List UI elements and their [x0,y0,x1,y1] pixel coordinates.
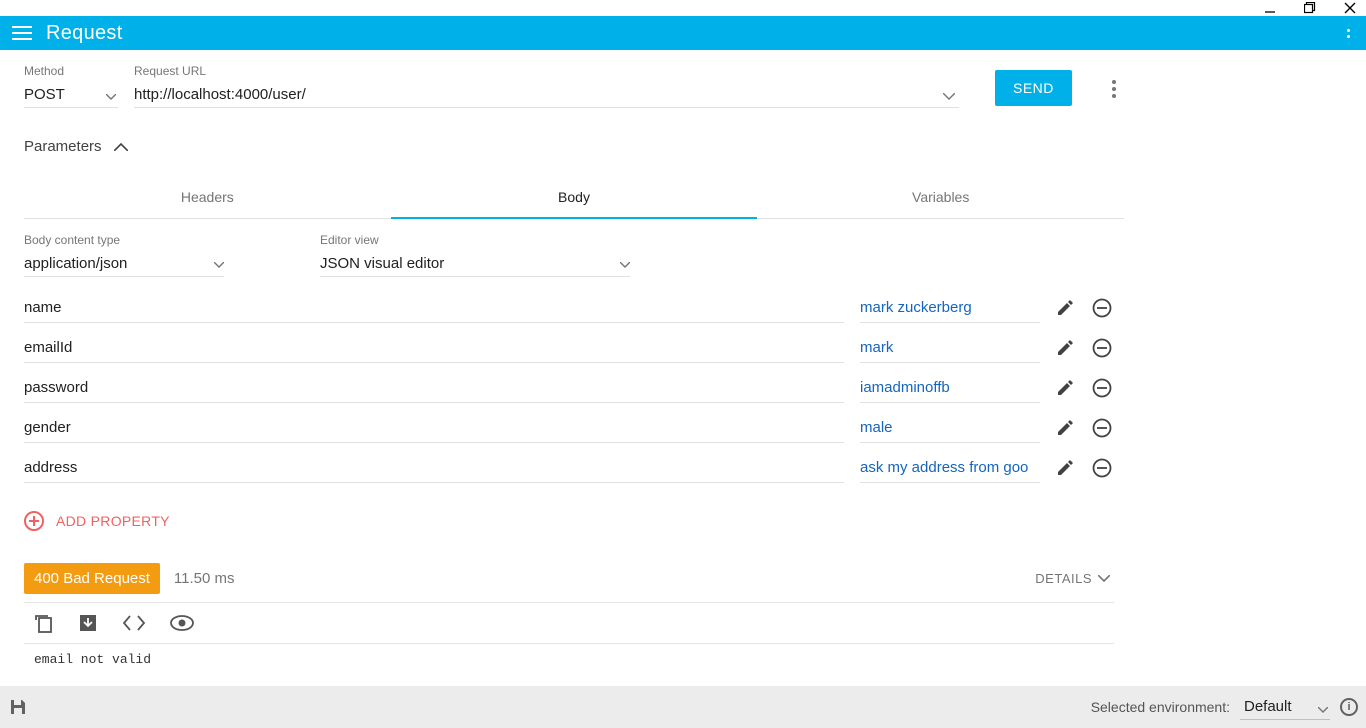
chevron-down-icon [214,262,224,268]
window-titlebar [0,0,1366,16]
content-type-value: application/json [24,255,127,272]
maximize-button[interactable] [1304,2,1316,14]
send-button[interactable]: SEND [995,70,1072,106]
response-body: email not valid [24,644,1326,675]
statusbar: Selected environment: Default i [0,686,1366,728]
remove-icon[interactable] [1092,298,1112,318]
tab-variables[interactable]: Variables [757,177,1124,218]
chevron-down-icon [1098,575,1110,582]
url-input[interactable] [134,82,959,108]
download-icon[interactable] [78,613,98,633]
chevron-down-icon [620,262,630,268]
app-topbar: Request [0,16,1366,50]
parameters-label: Parameters [24,138,102,155]
close-button[interactable] [1344,2,1356,14]
remove-icon[interactable] [1092,378,1112,398]
more-options-icon[interactable] [1112,80,1116,98]
json-row: address ask my address from goo [24,453,1114,483]
json-editor-rows: name mark zuckerberg emailId mark password ia… [24,293,1114,483]
json-row: password iamadminoffb [24,373,1114,403]
response-status-bar: 400 Bad Request 11.50 ms DETAILS [24,563,1110,594]
param-tabs: Headers Body Variables [24,177,1124,219]
environment-select[interactable]: Default [1240,694,1330,720]
copy-icon[interactable] [34,613,54,633]
remove-icon[interactable] [1092,338,1112,358]
details-label: DETAILS [1035,571,1092,586]
method-select[interactable]: POST [24,82,118,108]
response-toolbar [24,602,1114,644]
json-row: name mark zuckerberg [24,293,1114,323]
edit-icon[interactable] [1056,419,1074,437]
json-value-input[interactable]: iamadminoffb [860,373,1040,403]
edit-icon[interactable] [1056,299,1074,317]
tab-headers[interactable]: Headers [24,177,391,218]
json-key-input[interactable]: name [24,293,844,323]
parameters-toggle[interactable]: Parameters [24,138,1326,155]
editor-view-value: JSON visual editor [320,255,444,272]
method-label: Method [24,64,118,78]
preview-icon[interactable] [170,615,194,631]
edit-icon[interactable] [1056,459,1074,477]
save-icon[interactable] [8,697,28,717]
environment-label: Selected environment: [1091,699,1230,715]
content-type-select[interactable]: application/json [24,251,224,277]
remove-icon[interactable] [1092,458,1112,478]
add-property-label: ADD PROPERTY [56,513,170,529]
request-row: Method POST Request URL SEND [24,64,1326,108]
editor-view-select[interactable]: JSON visual editor [320,251,630,277]
menu-icon[interactable] [12,26,32,40]
json-row: gender male [24,413,1114,443]
url-label: Request URL [134,64,959,78]
json-value-input[interactable]: ask my address from goo [860,453,1040,483]
tab-body[interactable]: Body [391,177,758,219]
content-type-label: Body content type [24,233,224,247]
json-key-input[interactable]: password [24,373,844,403]
code-icon[interactable] [122,614,146,632]
plus-circle-icon [24,511,44,531]
minimize-button[interactable] [1264,2,1276,14]
json-key-input[interactable]: emailId [24,333,844,363]
response-time: 11.50 ms [174,570,235,587]
add-property-button[interactable]: ADD PROPERTY [24,511,1326,531]
topbar-more-icon[interactable] [1347,29,1354,38]
json-value-input[interactable]: male [860,413,1040,443]
editor-view-label: Editor view [320,233,630,247]
json-value-input[interactable]: mark zuckerberg [860,293,1040,323]
json-row: emailId mark [24,333,1114,363]
chevron-down-icon [1318,707,1328,713]
remove-icon[interactable] [1092,418,1112,438]
info-icon[interactable]: i [1340,698,1358,716]
environment-value: Default [1244,698,1292,715]
status-badge: 400 Bad Request [24,563,160,594]
edit-icon[interactable] [1056,379,1074,397]
chevron-up-icon [114,143,128,151]
edit-icon[interactable] [1056,339,1074,357]
details-toggle[interactable]: DETAILS [1035,571,1110,586]
json-value-input[interactable]: mark [860,333,1040,363]
json-key-input[interactable]: gender [24,413,844,443]
json-key-input[interactable]: address [24,453,844,483]
app-title: Request [46,22,123,45]
